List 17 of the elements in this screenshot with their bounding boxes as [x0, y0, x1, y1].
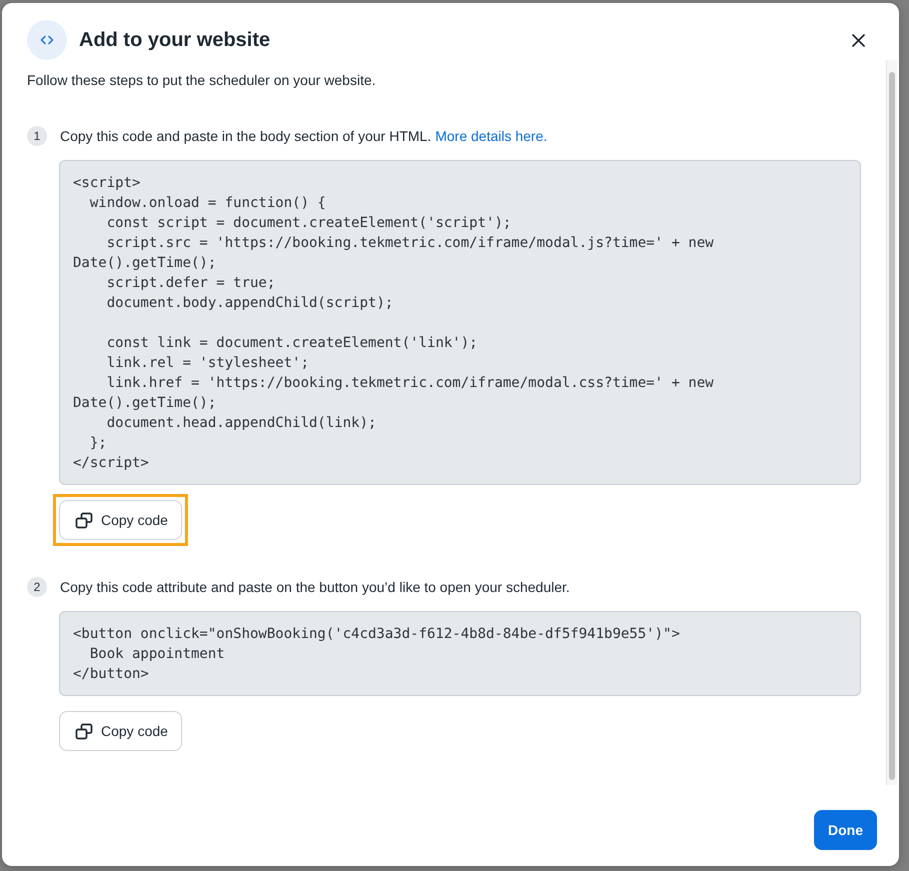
code-snippet: <button onclick="onShowBooking('c4cd3a3d-f612-4b8d-84be-df5f941b9e55')"> Book appointment </button>: [59, 611, 861, 696]
done-button[interactable]: Done: [814, 810, 877, 850]
code-icon: [27, 20, 67, 60]
copy-code-button[interactable]: Copy code: [59, 500, 182, 540]
copy-icon: [75, 512, 93, 528]
details-link[interactable]: More details here.: [435, 126, 548, 146]
step-instruction: Copy this code and paste in the body section of your HTML.: [60, 127, 432, 146]
step-number: 2: [27, 577, 47, 597]
dialog-title: Add to your website: [79, 28, 270, 52]
copy-icon: [75, 722, 93, 740]
copy-code-button[interactable]: Copy code: [59, 711, 182, 751]
step-instruction: Copy this code attribute and paste on the button you’d like to open your scheduler.: [60, 578, 570, 597]
dialog-description: Follow these steps to put the scheduler on your website.: [27, 71, 377, 90]
scrollbar-thumb[interactable]: [889, 72, 895, 780]
close-icon: [852, 34, 864, 46]
step-number: 1: [27, 126, 47, 146]
code-snippet: <script> window.onload = function() { const script = document.createElement('script'); script.src = 'https://booking.tekmetric.com/iframe/modal.js?time=' + new Date().getTime(); script.defer = true; document.body.appendChild(script); const link = document.createElement('link'); link.rel = 'stylesheet'; link.href = 'https://booking.tekmetric.com/iframe/modal.css?time=' + new Date().getTime(); document.head.appendChild(link); }; </script>: [59, 160, 861, 485]
